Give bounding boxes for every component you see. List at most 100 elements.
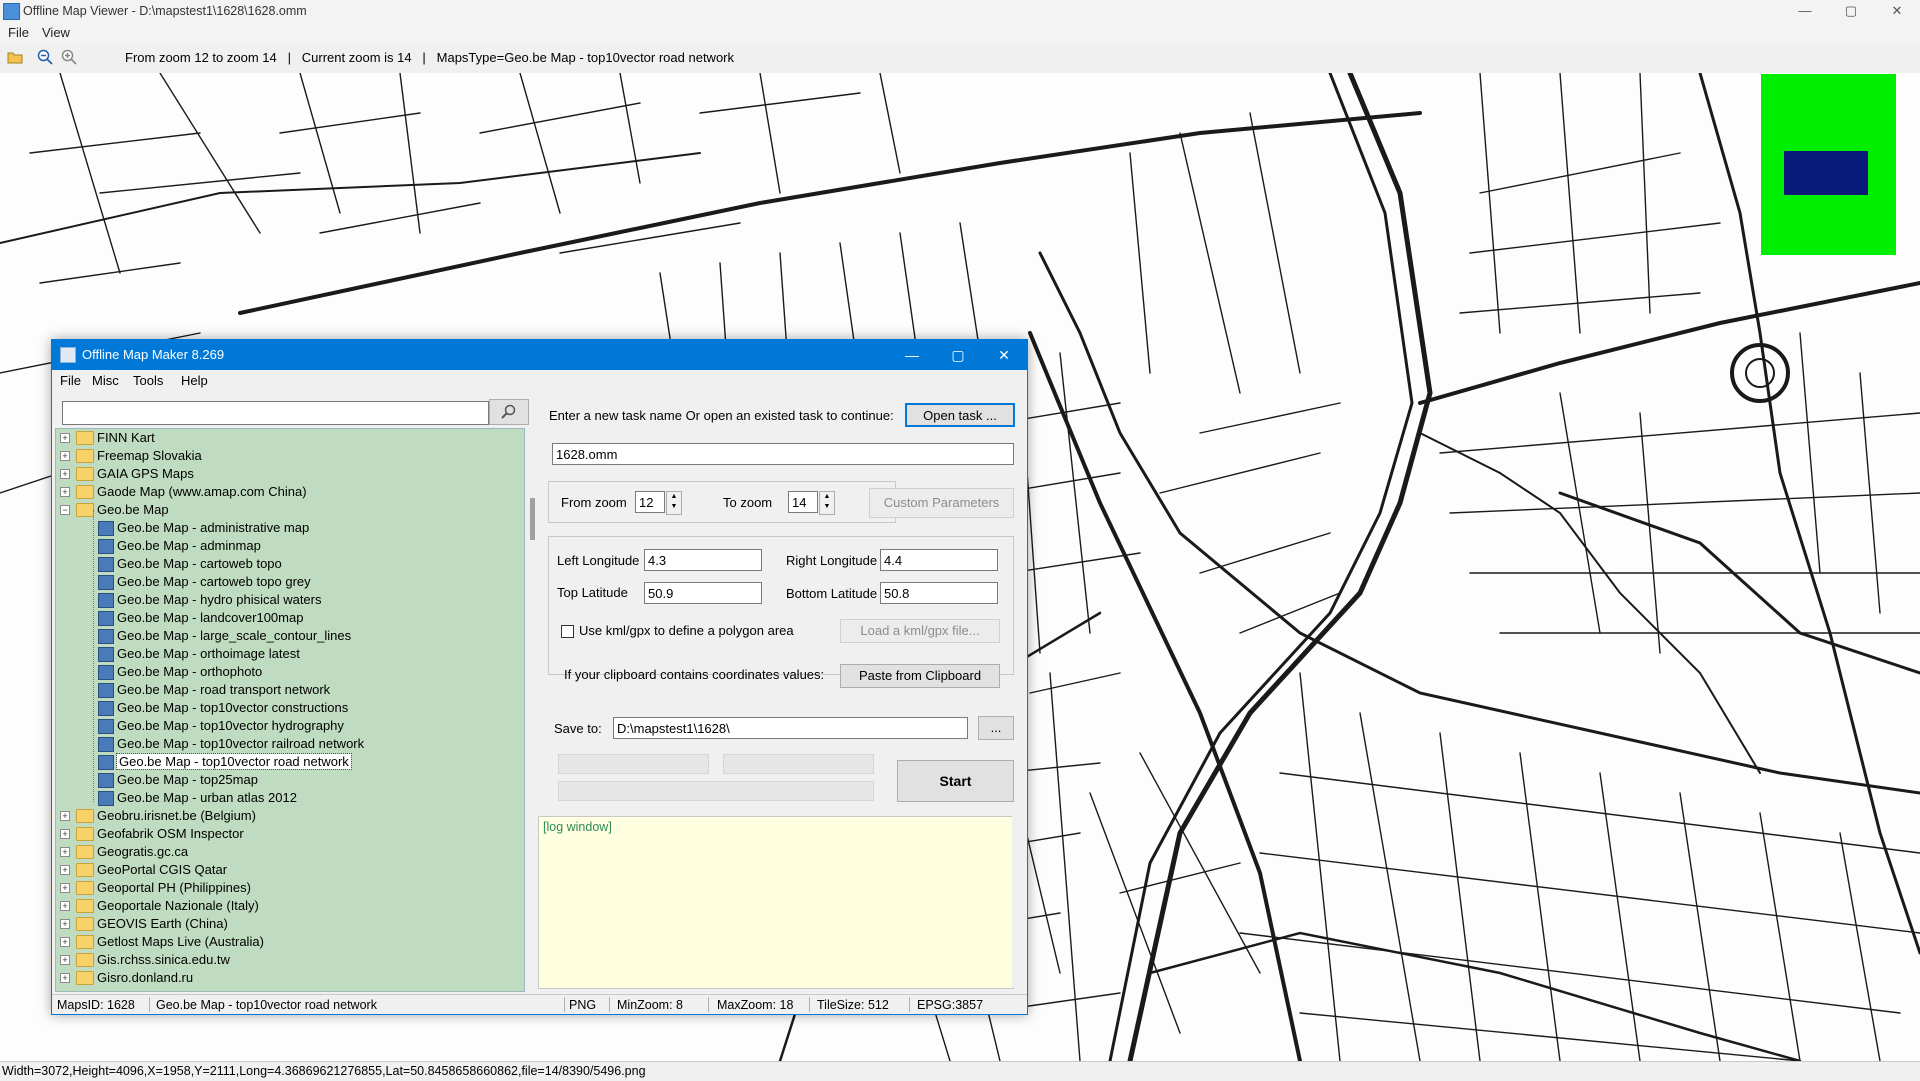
kml-label: Use kml/gpx to define a polygon area [579, 623, 794, 638]
map-layer-icon [98, 737, 114, 752]
dialog-minimize-button[interactable]: — [889, 340, 935, 370]
tree-scroll-thumb[interactable] [530, 498, 535, 540]
maximize-button[interactable]: ▢ [1828, 0, 1874, 22]
tree-map-label: Geo.be Map - road transport network [117, 682, 331, 697]
expand-icon[interactable]: + [60, 469, 70, 479]
log-window[interactable]: [log window] [538, 816, 1014, 989]
status-maxzoom: MaxZoom: 18 [717, 998, 794, 1012]
tree-folder-label: Geo.be Map [97, 502, 169, 517]
viewer-toolbar: From zoom 12 to zoom 14 | Current zoom i… [0, 42, 1920, 74]
map-layer-icon [98, 665, 114, 680]
dialog-menu-tools[interactable]: Tools [133, 373, 163, 388]
expand-icon[interactable]: + [60, 955, 70, 965]
expand-icon[interactable]: + [60, 829, 70, 839]
paste-clipboard-button[interactable]: Paste from Clipboard [840, 664, 1000, 688]
tree-folder-label: GAIA GPS Maps [97, 466, 194, 481]
dialog-menubar: File Misc Tools Help [52, 370, 1027, 390]
map-layer-icon [98, 755, 114, 770]
tree-folder-label: Freemap Slovakia [97, 448, 202, 463]
start-button[interactable]: Start [897, 760, 1014, 802]
expand-icon[interactable]: + [60, 433, 70, 443]
bottom-latitude-input[interactable] [880, 582, 998, 604]
search-icon [501, 404, 516, 419]
left-longitude-label: Left Longitude [557, 553, 640, 568]
to-zoom-input[interactable] [788, 491, 818, 513]
dialog-close-button[interactable]: ✕ [981, 340, 1027, 370]
menu-view[interactable]: View [42, 25, 70, 40]
menu-file[interactable]: File [8, 25, 29, 40]
right-longitude-input[interactable] [880, 549, 998, 571]
tree-map-label: Geo.be Map - top10vector constructions [117, 700, 349, 715]
expand-icon[interactable]: + [60, 451, 70, 461]
top-latitude-input[interactable] [644, 582, 762, 604]
expand-icon[interactable]: + [60, 901, 70, 911]
tree-folder-label: Gis.rchss.sinica.edu.tw [97, 952, 230, 967]
tree-map-label: Geo.be Map - top10vector road network [116, 753, 352, 770]
expand-icon[interactable]: + [60, 937, 70, 947]
folder-icon [76, 809, 94, 823]
app-icon [3, 3, 20, 20]
left-longitude-input[interactable] [644, 549, 762, 571]
status-mapsid: MapsID: 1628 [57, 998, 135, 1012]
expand-icon[interactable]: + [60, 883, 70, 893]
collapse-icon[interactable]: − [60, 505, 70, 515]
viewer-titlebar: Offline Map Viewer - D:\mapstest1\1628\1… [0, 0, 1920, 22]
folder-icon [76, 467, 94, 481]
window-title: Offline Map Viewer - D:\mapstest1\1628\1… [23, 4, 307, 18]
progress-bar-1 [558, 754, 709, 774]
map-maker-dialog: Offline Map Maker 8.269 — ▢ ✕ File Misc … [51, 339, 1028, 1015]
minimap-overview[interactable] [1761, 74, 1896, 255]
expand-icon[interactable]: + [60, 919, 70, 929]
status-minzoom: MinZoom: 8 [617, 998, 683, 1012]
folder-icon [76, 881, 94, 895]
save-path-input[interactable] [613, 717, 968, 739]
zoom-out-icon[interactable] [37, 49, 53, 65]
search-button[interactable] [489, 399, 529, 425]
map-source-tree[interactable]: + FINN Kart + Freemap Slovakia + GAIA GPS Map… [55, 428, 525, 992]
expand-icon[interactable]: + [60, 865, 70, 875]
close-button[interactable]: ✕ [1874, 0, 1920, 22]
dialog-maximize-button[interactable]: ▢ [935, 340, 981, 370]
expand-icon[interactable]: + [60, 847, 70, 857]
dialog-menu-help[interactable]: Help [181, 373, 208, 388]
folder-icon [76, 971, 94, 985]
expand-icon[interactable]: + [60, 973, 70, 983]
expand-icon[interactable]: + [60, 811, 70, 821]
dialog-menu-file[interactable]: File [60, 373, 81, 388]
map-layer-icon [98, 557, 114, 572]
open-folder-icon[interactable] [7, 49, 23, 65]
tree-folder-label: FINN Kart [97, 430, 155, 445]
map-search-input[interactable] [62, 401, 489, 425]
log-scrollbar[interactable] [1012, 816, 1026, 987]
dialog-title: Offline Map Maker 8.269 [82, 347, 225, 362]
browse-button[interactable]: ... [978, 716, 1014, 740]
zoom-in-icon[interactable] [61, 49, 77, 65]
custom-parameters-button[interactable]: Custom Parameters [869, 488, 1014, 518]
dialog-app-icon [60, 347, 76, 363]
open-task-button[interactable]: Open task ... [905, 403, 1015, 427]
tree-folder-label: GEOVIS Earth (China) [97, 916, 228, 931]
to-zoom-stepper[interactable]: ▲ ▼ [819, 491, 835, 515]
from-zoom-input[interactable] [635, 491, 665, 513]
load-kml-button[interactable]: Load a kml/gpx file... [840, 619, 1000, 643]
folder-icon [76, 431, 94, 445]
map-layer-icon [98, 683, 114, 698]
folder-icon [76, 935, 94, 949]
tree-connector-line [93, 510, 94, 802]
viewer-menubar: File View [0, 22, 1920, 42]
folder-icon [76, 899, 94, 913]
folder-icon [76, 953, 94, 967]
right-longitude-label: Right Longitude [786, 553, 878, 568]
map-layer-icon [98, 701, 114, 716]
dialog-menu-misc[interactable]: Misc [92, 373, 119, 388]
minimap-viewport[interactable] [1784, 151, 1868, 195]
minimize-button[interactable]: — [1782, 0, 1828, 22]
map-layer-icon [98, 791, 114, 806]
tree-map-label: Geo.be Map - administrative map [117, 520, 310, 535]
from-zoom-stepper[interactable]: ▲ ▼ [666, 491, 682, 515]
expand-icon[interactable]: + [60, 487, 70, 497]
bottom-latitude-label: Bottom Latitude [786, 586, 878, 601]
task-name-input[interactable] [552, 443, 1014, 465]
kml-checkbox[interactable] [561, 625, 574, 638]
folder-icon [76, 827, 94, 841]
